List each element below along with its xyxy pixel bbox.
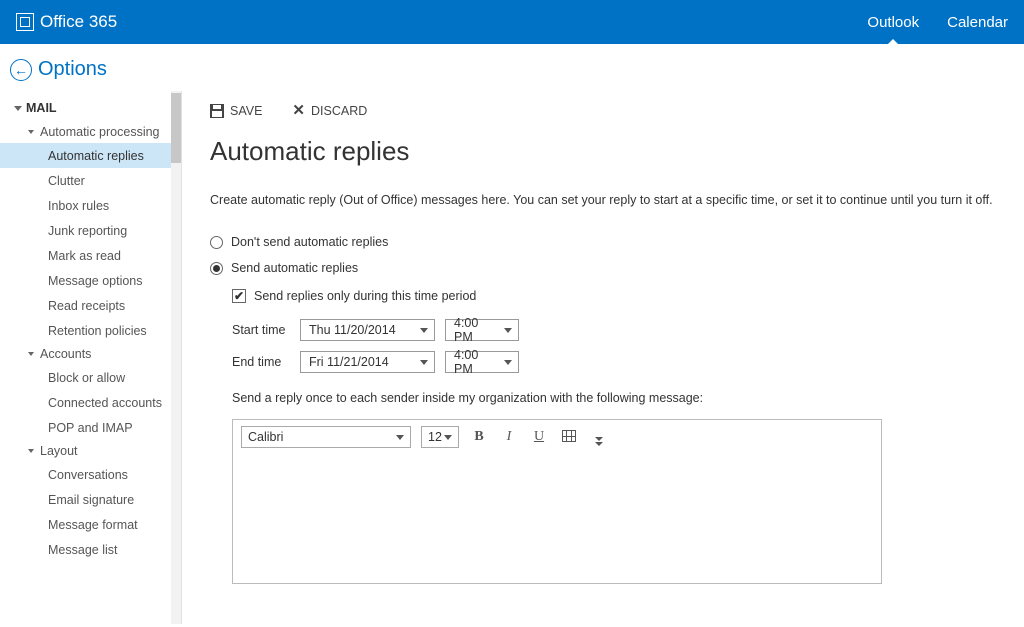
table-button[interactable] bbox=[559, 429, 579, 445]
nav-calendar[interactable]: Calendar bbox=[947, 14, 1008, 31]
sidebar-group-accounts[interactable]: Accounts bbox=[0, 343, 181, 365]
caret-down-icon bbox=[28, 449, 34, 453]
end-time-label: End time bbox=[232, 355, 290, 369]
italic-button[interactable]: I bbox=[499, 429, 519, 445]
header-nav: Outlook Calendar bbox=[867, 14, 1008, 31]
chevron-down-icon bbox=[420, 360, 428, 365]
discard-button[interactable]: ✕ DISCARD bbox=[292, 103, 367, 118]
page-title: Automatic replies bbox=[210, 136, 1000, 167]
save-button[interactable]: SAVE bbox=[210, 103, 262, 118]
back-icon[interactable]: ← bbox=[10, 59, 32, 81]
content-area: SAVE ✕ DISCARD Automatic replies Create … bbox=[182, 91, 1024, 624]
sidebar-item-pop-and-imap[interactable]: POP and IMAP bbox=[0, 415, 181, 440]
sidebar-item-junk-reporting[interactable]: Junk reporting bbox=[0, 218, 181, 243]
nav-outlook[interactable]: Outlook bbox=[867, 14, 919, 31]
table-icon bbox=[562, 430, 576, 442]
double-chevron-down-icon bbox=[595, 437, 603, 446]
radio-dont-send[interactable]: Don't send automatic replies bbox=[210, 235, 1000, 249]
sidebar-scroll-thumb[interactable] bbox=[171, 93, 181, 163]
sidebar-item-email-signature[interactable]: Email signature bbox=[0, 487, 181, 512]
sidebar-item-connected-accounts[interactable]: Connected accounts bbox=[0, 390, 181, 415]
sidebar-item-conversations[interactable]: Conversations bbox=[0, 462, 181, 487]
radio-send[interactable]: Send automatic replies bbox=[210, 261, 1000, 275]
sidebar-item-message-format[interactable]: Message format bbox=[0, 512, 181, 537]
more-format-button[interactable] bbox=[589, 428, 609, 446]
underline-button[interactable]: U bbox=[529, 429, 549, 445]
sidebar-item-retention-policies[interactable]: Retention policies bbox=[0, 318, 181, 343]
chevron-down-icon bbox=[444, 435, 452, 440]
sidebar: MAIL Automatic processing Automatic repl… bbox=[0, 91, 182, 624]
start-date-combo[interactable]: Thu 11/20/2014 bbox=[300, 319, 435, 341]
end-time-row: End time Fri 11/21/2014 4:00 PM bbox=[232, 351, 1000, 373]
start-time-combo[interactable]: 4:00 PM bbox=[445, 319, 519, 341]
radio-icon bbox=[210, 236, 223, 249]
discard-icon: ✕ bbox=[292, 103, 305, 118]
sidebar-item-inbox-rules[interactable]: Inbox rules bbox=[0, 193, 181, 218]
save-icon bbox=[210, 104, 224, 118]
office-icon bbox=[16, 13, 34, 31]
sidebar-group-layout[interactable]: Layout bbox=[0, 440, 181, 462]
sidebar-item-message-options[interactable]: Message options bbox=[0, 268, 181, 293]
radio-checked-icon bbox=[210, 262, 223, 275]
options-header: ← Options bbox=[0, 44, 1024, 91]
chevron-down-icon bbox=[396, 435, 404, 440]
caret-down-icon bbox=[28, 352, 34, 356]
sidebar-top-label: MAIL bbox=[26, 101, 57, 115]
sidebar-item-clutter[interactable]: Clutter bbox=[0, 168, 181, 193]
end-date-combo[interactable]: Fri 11/21/2014 bbox=[300, 351, 435, 373]
caret-down-icon bbox=[28, 130, 34, 134]
chevron-down-icon bbox=[504, 328, 512, 333]
checkbox-checked-icon: ✔ bbox=[232, 289, 246, 303]
options-title[interactable]: Options bbox=[38, 58, 107, 81]
sidebar-item-automatic-replies[interactable]: Automatic replies bbox=[0, 143, 181, 168]
start-time-row: Start time Thu 11/20/2014 4:00 PM bbox=[232, 319, 1000, 341]
sidebar-scrollbar[interactable] bbox=[171, 91, 181, 624]
caret-down-icon bbox=[14, 106, 22, 111]
reply-intro-text: Send a reply once to each sender inside … bbox=[232, 391, 1000, 405]
chevron-down-icon bbox=[504, 360, 512, 365]
sidebar-group-automatic-processing[interactable]: Automatic processing bbox=[0, 121, 181, 143]
font-size-combo[interactable]: 12 bbox=[421, 426, 459, 448]
product-logo: Office 365 bbox=[16, 12, 117, 32]
start-time-label: Start time bbox=[232, 323, 290, 337]
page-description: Create automatic reply (Out of Office) m… bbox=[210, 193, 1000, 207]
editor-toolbar: Calibri 12 B I U bbox=[233, 420, 881, 454]
bold-button[interactable]: B bbox=[469, 429, 489, 445]
app-header: Office 365 Outlook Calendar bbox=[0, 0, 1024, 44]
chevron-down-icon bbox=[420, 328, 428, 333]
sidebar-item-mark-as-read[interactable]: Mark as read bbox=[0, 243, 181, 268]
sidebar-item-block-or-allow[interactable]: Block or allow bbox=[0, 365, 181, 390]
sidebar-section-mail[interactable]: MAIL bbox=[0, 95, 181, 121]
toolbar: SAVE ✕ DISCARD bbox=[210, 99, 1000, 136]
checkbox-time-period[interactable]: ✔ Send replies only during this time per… bbox=[232, 289, 1000, 303]
font-family-combo[interactable]: Calibri bbox=[241, 426, 411, 448]
product-name: Office 365 bbox=[40, 12, 117, 32]
sidebar-item-message-list[interactable]: Message list bbox=[0, 537, 181, 562]
reply-editor[interactable]: Calibri 12 B I U bbox=[232, 419, 882, 584]
sidebar-item-read-receipts[interactable]: Read receipts bbox=[0, 293, 181, 318]
end-time-combo[interactable]: 4:00 PM bbox=[445, 351, 519, 373]
